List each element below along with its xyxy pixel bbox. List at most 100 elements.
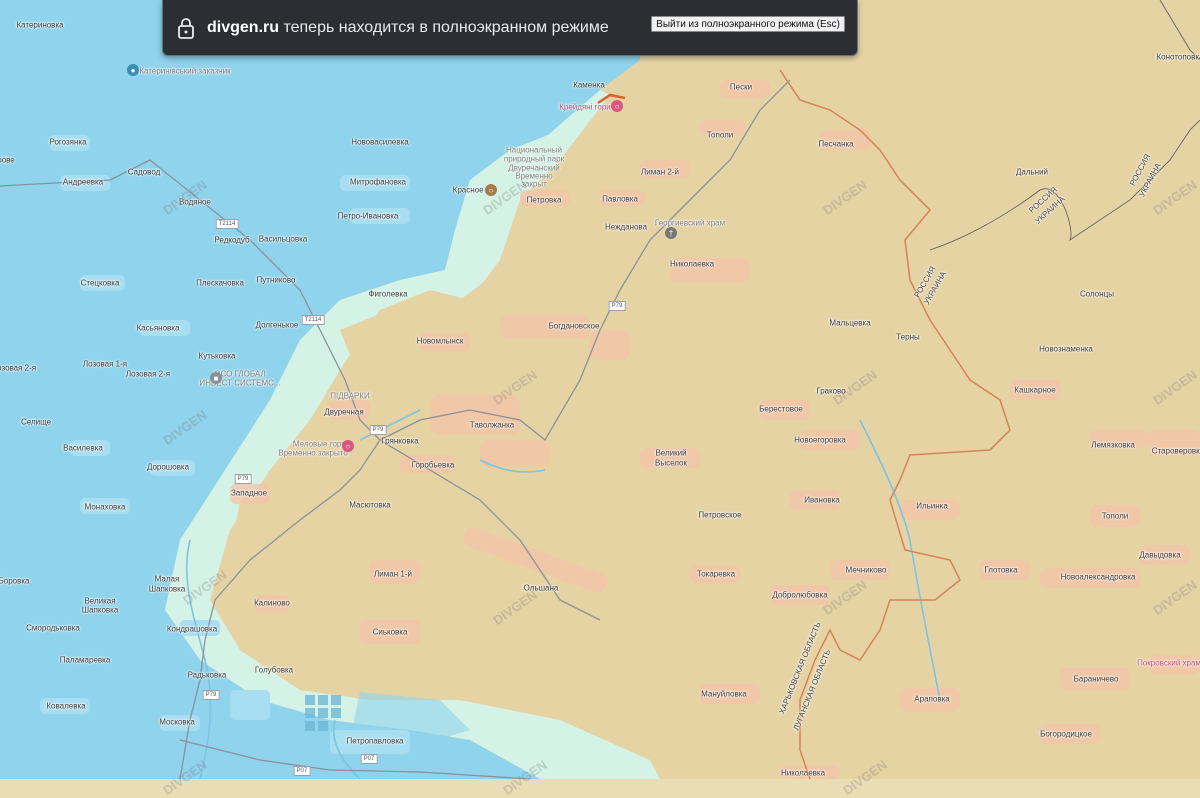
place-label[interactable]: Мануйловка [701, 690, 747, 699]
place-label[interactable]: Павловка [602, 195, 638, 204]
place-label[interactable]: Араповка [914, 695, 949, 704]
place-label[interactable]: Глотовка [984, 566, 1017, 575]
place-label[interactable]: Николаевка [670, 260, 714, 269]
place-label[interactable]: Смородьковка [26, 624, 80, 633]
place-label[interactable]: Петровское [698, 511, 741, 520]
place-label[interactable]: Терны [896, 333, 920, 342]
place-label[interactable]: Двуречная [324, 408, 363, 417]
place-label[interactable]: Лиман 2-й [641, 168, 679, 177]
church-pin-icon[interactable]: † [665, 227, 677, 239]
place-label[interactable]: Староверовка [1152, 447, 1200, 456]
place-label[interactable]: Масютовка [349, 501, 390, 510]
poi-label[interactable]: ПІДВАРКИ [330, 392, 370, 401]
place-label[interactable]: Катериновка [16, 21, 63, 30]
place-label[interactable]: Николаевка [781, 769, 825, 778]
place-label[interactable]: Нововасилевка [351, 138, 408, 147]
place-label[interactable]: Андреевка [63, 178, 103, 187]
place-label[interactable]: Сиьковка [373, 628, 408, 637]
place-label[interactable]: Малая [155, 575, 180, 584]
place-label[interactable]: Великая [84, 597, 115, 606]
place-label[interactable]: Радьковка [188, 671, 227, 680]
place-label[interactable]: Новознаменка [1039, 345, 1093, 354]
place-label[interactable]: Кутьковка [199, 352, 236, 361]
place-label[interactable]: Голубовка [255, 666, 293, 675]
place-label[interactable]: Добролюбовка [772, 591, 827, 600]
place-label[interactable]: Горобьевка [412, 461, 455, 470]
place-label[interactable]: Лемязковка [1091, 441, 1135, 450]
place-label[interactable]: Тополи [707, 131, 733, 140]
place-label[interactable]: Дорошовка [147, 463, 189, 472]
place-label[interactable]: Митрофановка [350, 178, 406, 187]
place-label[interactable]: Ильинка [916, 502, 948, 511]
place-label[interactable]: Богородицкое [1040, 730, 1092, 739]
park-pin-icon[interactable]: ○ [342, 440, 354, 452]
place-label[interactable]: Долгенькое [256, 321, 299, 330]
place-label[interactable]: Мечниково [846, 566, 887, 575]
place-label[interactable]: Пески [730, 83, 752, 92]
place-label[interactable]: Лиман 1-й [374, 570, 412, 579]
place-label[interactable]: Таволжанка [470, 421, 514, 430]
place-label[interactable]: Кондрашовка [167, 625, 217, 634]
poi-label[interactable]: Покровский храм [1137, 659, 1200, 668]
place-label[interactable]: Петропавловка [347, 737, 404, 746]
business-pin-icon[interactable]: ■ [210, 372, 222, 384]
poi-label[interactable]: Национальный [506, 146, 562, 155]
place-label[interactable]: Токаревка [697, 570, 735, 579]
place-label[interactable]: Дальний [1016, 168, 1048, 177]
poi-label[interactable]: Меловые горы [293, 440, 347, 449]
place-label[interactable]: Новоегоровка [794, 436, 846, 445]
place-label[interactable]: Лозовая 1-я [83, 360, 127, 369]
poi-label[interactable]: Георгиевский храм [655, 219, 725, 228]
place-label[interactable]: Московка [159, 718, 195, 727]
place-label[interactable]: Рогозянка [49, 138, 86, 147]
place-label[interactable]: Мальцевка [829, 319, 870, 328]
place-label[interactable]: Стецковка [81, 279, 120, 288]
place-label[interactable]: Калиново [254, 599, 290, 608]
place-label[interactable]: Петро-Ивановка [338, 212, 399, 221]
poi-label[interactable]: Катеринівський заказник [139, 67, 230, 76]
place-label[interactable]: Васильцовка [259, 235, 307, 244]
place-label[interactable]: Лозовая 2-я [0, 364, 36, 373]
place-label[interactable]: Берестовое [759, 405, 803, 414]
place-label[interactable]: Кашкарное [1014, 386, 1055, 395]
place-label[interactable]: Василевка [63, 444, 103, 453]
place-label[interactable]: Касьяновка [137, 324, 180, 333]
place-label[interactable]: Шапковка [82, 606, 119, 615]
place-label[interactable]: Петровка [527, 196, 562, 205]
place-label[interactable]: Великий [655, 449, 686, 458]
place-label[interactable]: Грянковка [381, 437, 418, 446]
place-label[interactable]: Давыдовка [1139, 551, 1180, 560]
place-label[interactable]: Нежданова [605, 223, 647, 232]
place-label[interactable]: Бараничево [1074, 675, 1119, 684]
place-label[interactable]: Фиголевка [368, 290, 407, 299]
camera-pin-icon[interactable]: ○ [611, 100, 623, 112]
park-pin-icon[interactable]: ● [127, 64, 139, 76]
exit-fullscreen-button[interactable]: Выйти из полноэкранного режима (Esc) [651, 16, 845, 32]
place-label[interactable]: Плескачовка [196, 279, 244, 288]
place-label[interactable]: Западное [231, 489, 267, 498]
place-label[interactable]: Паламаревка [60, 656, 111, 665]
place-label[interactable]: рове [0, 156, 15, 165]
place-label[interactable]: Путниково [257, 276, 296, 285]
place-label[interactable]: Новоалександровка [1061, 573, 1136, 582]
place-label[interactable]: Новомлынск [417, 337, 464, 346]
place-label[interactable]: Тополи [1102, 512, 1128, 521]
place-label[interactable]: Солонцы [1080, 290, 1114, 299]
place-label[interactable]: Каменка [573, 81, 605, 90]
place-label[interactable]: Шапковка [149, 585, 186, 594]
place-label[interactable]: Селище [21, 418, 51, 427]
place-label[interactable]: Ковалевка [46, 702, 85, 711]
place-label[interactable]: Лозовая 2-я [126, 370, 170, 379]
place-label[interactable]: Ивановка [804, 496, 840, 505]
poi-label[interactable]: Временно закрыто [278, 449, 348, 458]
place-label[interactable]: Монаховка [85, 503, 126, 512]
place-label[interactable]: Богдановское [549, 322, 600, 331]
place-label[interactable]: Конотоповка [1157, 53, 1200, 62]
place-label[interactable]: Выселок [655, 459, 687, 468]
poi-label[interactable]: Крейдяні гори [559, 103, 611, 112]
place-label[interactable]: Редкодуб [214, 236, 249, 245]
place-label[interactable]: Садовод [128, 168, 161, 177]
place-label[interactable]: Борoвка [0, 577, 29, 586]
poi-label[interactable]: природный парк [504, 155, 564, 164]
place-label[interactable]: Песчанка [818, 140, 853, 149]
